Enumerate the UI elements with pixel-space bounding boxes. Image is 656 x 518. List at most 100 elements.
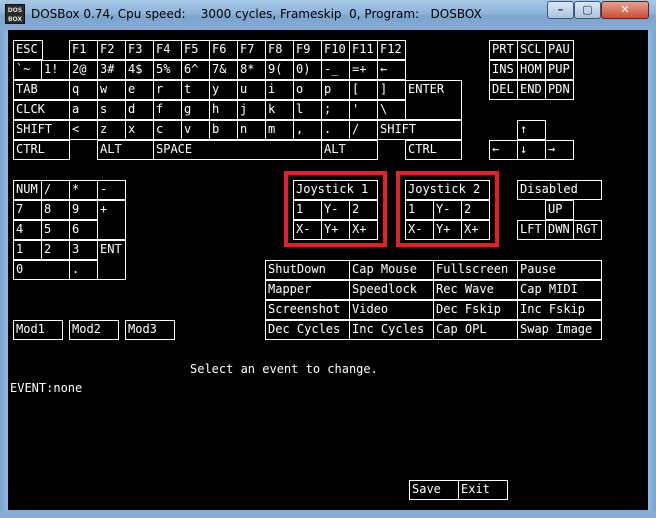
key-tab-row-5[interactable]: t [181, 80, 210, 100]
minimize-button[interactable]: – [547, 1, 574, 19]
action-dec-fskip-button[interactable]: Dec Fskip [433, 300, 518, 320]
save-button[interactable]: Save [409, 480, 459, 500]
key-numpad-7[interactable]: + [97, 200, 126, 240]
key-num-row-5[interactable]: 5% [153, 60, 182, 80]
key-numpad-9[interactable]: 5 [41, 220, 70, 240]
key-f6[interactable]: F6 [209, 40, 238, 60]
hat-right-button[interactable]: RGT [573, 220, 602, 240]
key-numpad-3[interactable]: - [97, 180, 126, 200]
action-rec-wave-button[interactable]: Rec Wave [433, 280, 518, 300]
key-shift-row-3[interactable]: x [125, 120, 154, 140]
action-cap-opl-button[interactable]: Cap OPL [433, 320, 518, 340]
key-numpad-6[interactable]: 9 [69, 200, 98, 220]
key-tab-row-12[interactable]: ] [377, 80, 406, 100]
key-shift-row-9[interactable]: , [293, 120, 322, 140]
key-tab-row-3[interactable]: e [125, 80, 154, 100]
key-shift-row-11[interactable]: / [349, 120, 378, 140]
key-numpad-0[interactable]: 0 [13, 260, 70, 280]
title-bar[interactable]: DOS BOX DOSBox 0.74, Cpu speed: 3000 cyc… [0, 0, 656, 30]
key-caps-row-4[interactable]: f [153, 100, 182, 120]
key-num-row-12[interactable]: =+ [349, 60, 378, 80]
key-nav-0[interactable]: PRT [489, 40, 518, 60]
key-arrow-right[interactable]: → [545, 140, 574, 160]
key-caps-row-8[interactable]: k [265, 100, 294, 120]
key-tab-row-4[interactable]: r [153, 80, 182, 100]
key-numpad-0[interactable]: NUM [13, 180, 42, 200]
action-dec-cycles-button[interactable]: Dec Cycles [265, 320, 350, 340]
key-space[interactable]: SPACE [153, 140, 322, 160]
key-tab-row-9[interactable]: o [293, 80, 322, 100]
key-esc[interactable]: ESC [13, 40, 43, 60]
action-pause-button[interactable]: Pause [517, 260, 602, 280]
hat-down-button[interactable]: DWN [545, 220, 574, 240]
key-caps-row-7[interactable]: j [237, 100, 266, 120]
key-num-row-9[interactable]: 9( [265, 60, 294, 80]
key-caps-lock[interactable]: CLCK [13, 100, 70, 120]
key-f5[interactable]: F5 [181, 40, 210, 60]
key-num-row-0[interactable]: `~ [13, 60, 42, 80]
key-caps-row-9[interactable]: l [293, 100, 322, 120]
key-numpad-8[interactable]: 4 [13, 220, 42, 240]
key-right-shift[interactable]: SHIFT [377, 120, 462, 140]
key-caps-row-10[interactable]: ; [321, 100, 350, 120]
key-num-row-10[interactable]: 0) [293, 60, 322, 80]
key-tab-row-11[interactable]: [ [349, 80, 378, 100]
key-f10[interactable]: F10 [321, 40, 350, 60]
key-shift-row-7[interactable]: n [237, 120, 266, 140]
key-f8[interactable]: F8 [265, 40, 294, 60]
key-f9[interactable]: F9 [293, 40, 322, 60]
key-tab-row-2[interactable]: w [97, 80, 126, 100]
key-caps-row-2[interactable]: s [97, 100, 126, 120]
mod3-button[interactable]: Mod3 [125, 320, 175, 340]
key-caps-row-11[interactable]: ' [349, 100, 378, 120]
key-num-row-2[interactable]: 2@ [69, 60, 98, 80]
key-nav-2[interactable]: PAU [545, 40, 574, 60]
key-numpad-11[interactable]: 1 [13, 240, 42, 260]
action-cap-mouse-button[interactable]: Cap Mouse [349, 260, 434, 280]
key-num-row-11[interactable]: -_ [321, 60, 350, 80]
mod1-button[interactable]: Mod1 [13, 320, 63, 340]
key-enter[interactable]: ENTER [405, 80, 462, 120]
key-f3[interactable]: F3 [125, 40, 154, 60]
key-tab-row-6[interactable]: y [209, 80, 238, 100]
close-button[interactable]: ✕ [601, 1, 649, 19]
key-shift-row-8[interactable]: m [265, 120, 294, 140]
key-left-shift[interactable]: SHIFT [13, 120, 70, 140]
key-shift-row-1[interactable]: < [69, 120, 98, 140]
maximize-button[interactable]: ▢ [574, 1, 601, 19]
action-inc-cycles-button[interactable]: Inc Cycles [349, 320, 434, 340]
key-arrow-down[interactable]: ↓ [517, 140, 546, 160]
action-video-button[interactable]: Video [349, 300, 434, 320]
key-right-alt[interactable]: ALT [321, 140, 378, 160]
key-numpad-10[interactable]: 6 [69, 220, 98, 240]
key-shift-row-5[interactable]: v [181, 120, 210, 140]
key-f12[interactable]: F12 [377, 40, 406, 60]
dosbox-app-icon[interactable]: DOS BOX [5, 4, 25, 24]
hat-up-button[interactable]: UP [545, 200, 574, 220]
key-num-row-13[interactable]: ← [377, 60, 406, 80]
key-caps-row-6[interactable]: h [209, 100, 238, 120]
key-tab-row-7[interactable]: u [237, 80, 266, 100]
key-f7[interactable]: F7 [237, 40, 266, 60]
key-nav-8[interactable]: PDN [545, 80, 574, 100]
key-numpad-2[interactable]: * [69, 180, 98, 200]
key-numpad-enter[interactable]: ENT [97, 240, 126, 280]
action-inc-fskip-button[interactable]: Inc Fskip [517, 300, 602, 320]
mod2-button[interactable]: Mod2 [69, 320, 119, 340]
key-nav-7[interactable]: END [517, 80, 546, 100]
key-numpad-4[interactable]: 7 [13, 200, 42, 220]
key-num-row-4[interactable]: 4$ [125, 60, 154, 80]
action-fullscreen-button[interactable]: Fullscreen [433, 260, 518, 280]
key-nav-4[interactable]: HOM [517, 60, 546, 80]
key-tab-row-10[interactable]: p [321, 80, 350, 100]
key-tab[interactable]: TAB [13, 80, 70, 100]
key-shift-row-2[interactable]: z [97, 120, 126, 140]
exit-button[interactable]: Exit [458, 480, 508, 500]
key-arrow-up[interactable]: ↑ [517, 120, 546, 140]
key-num-row-6[interactable]: 6^ [181, 60, 210, 80]
key-f2[interactable]: F2 [97, 40, 126, 60]
key-nav-3[interactable]: INS [489, 60, 518, 80]
key-shift-row-10[interactable]: . [321, 120, 350, 140]
key-nav-1[interactable]: SCL [517, 40, 546, 60]
key-f4[interactable]: F4 [153, 40, 182, 60]
